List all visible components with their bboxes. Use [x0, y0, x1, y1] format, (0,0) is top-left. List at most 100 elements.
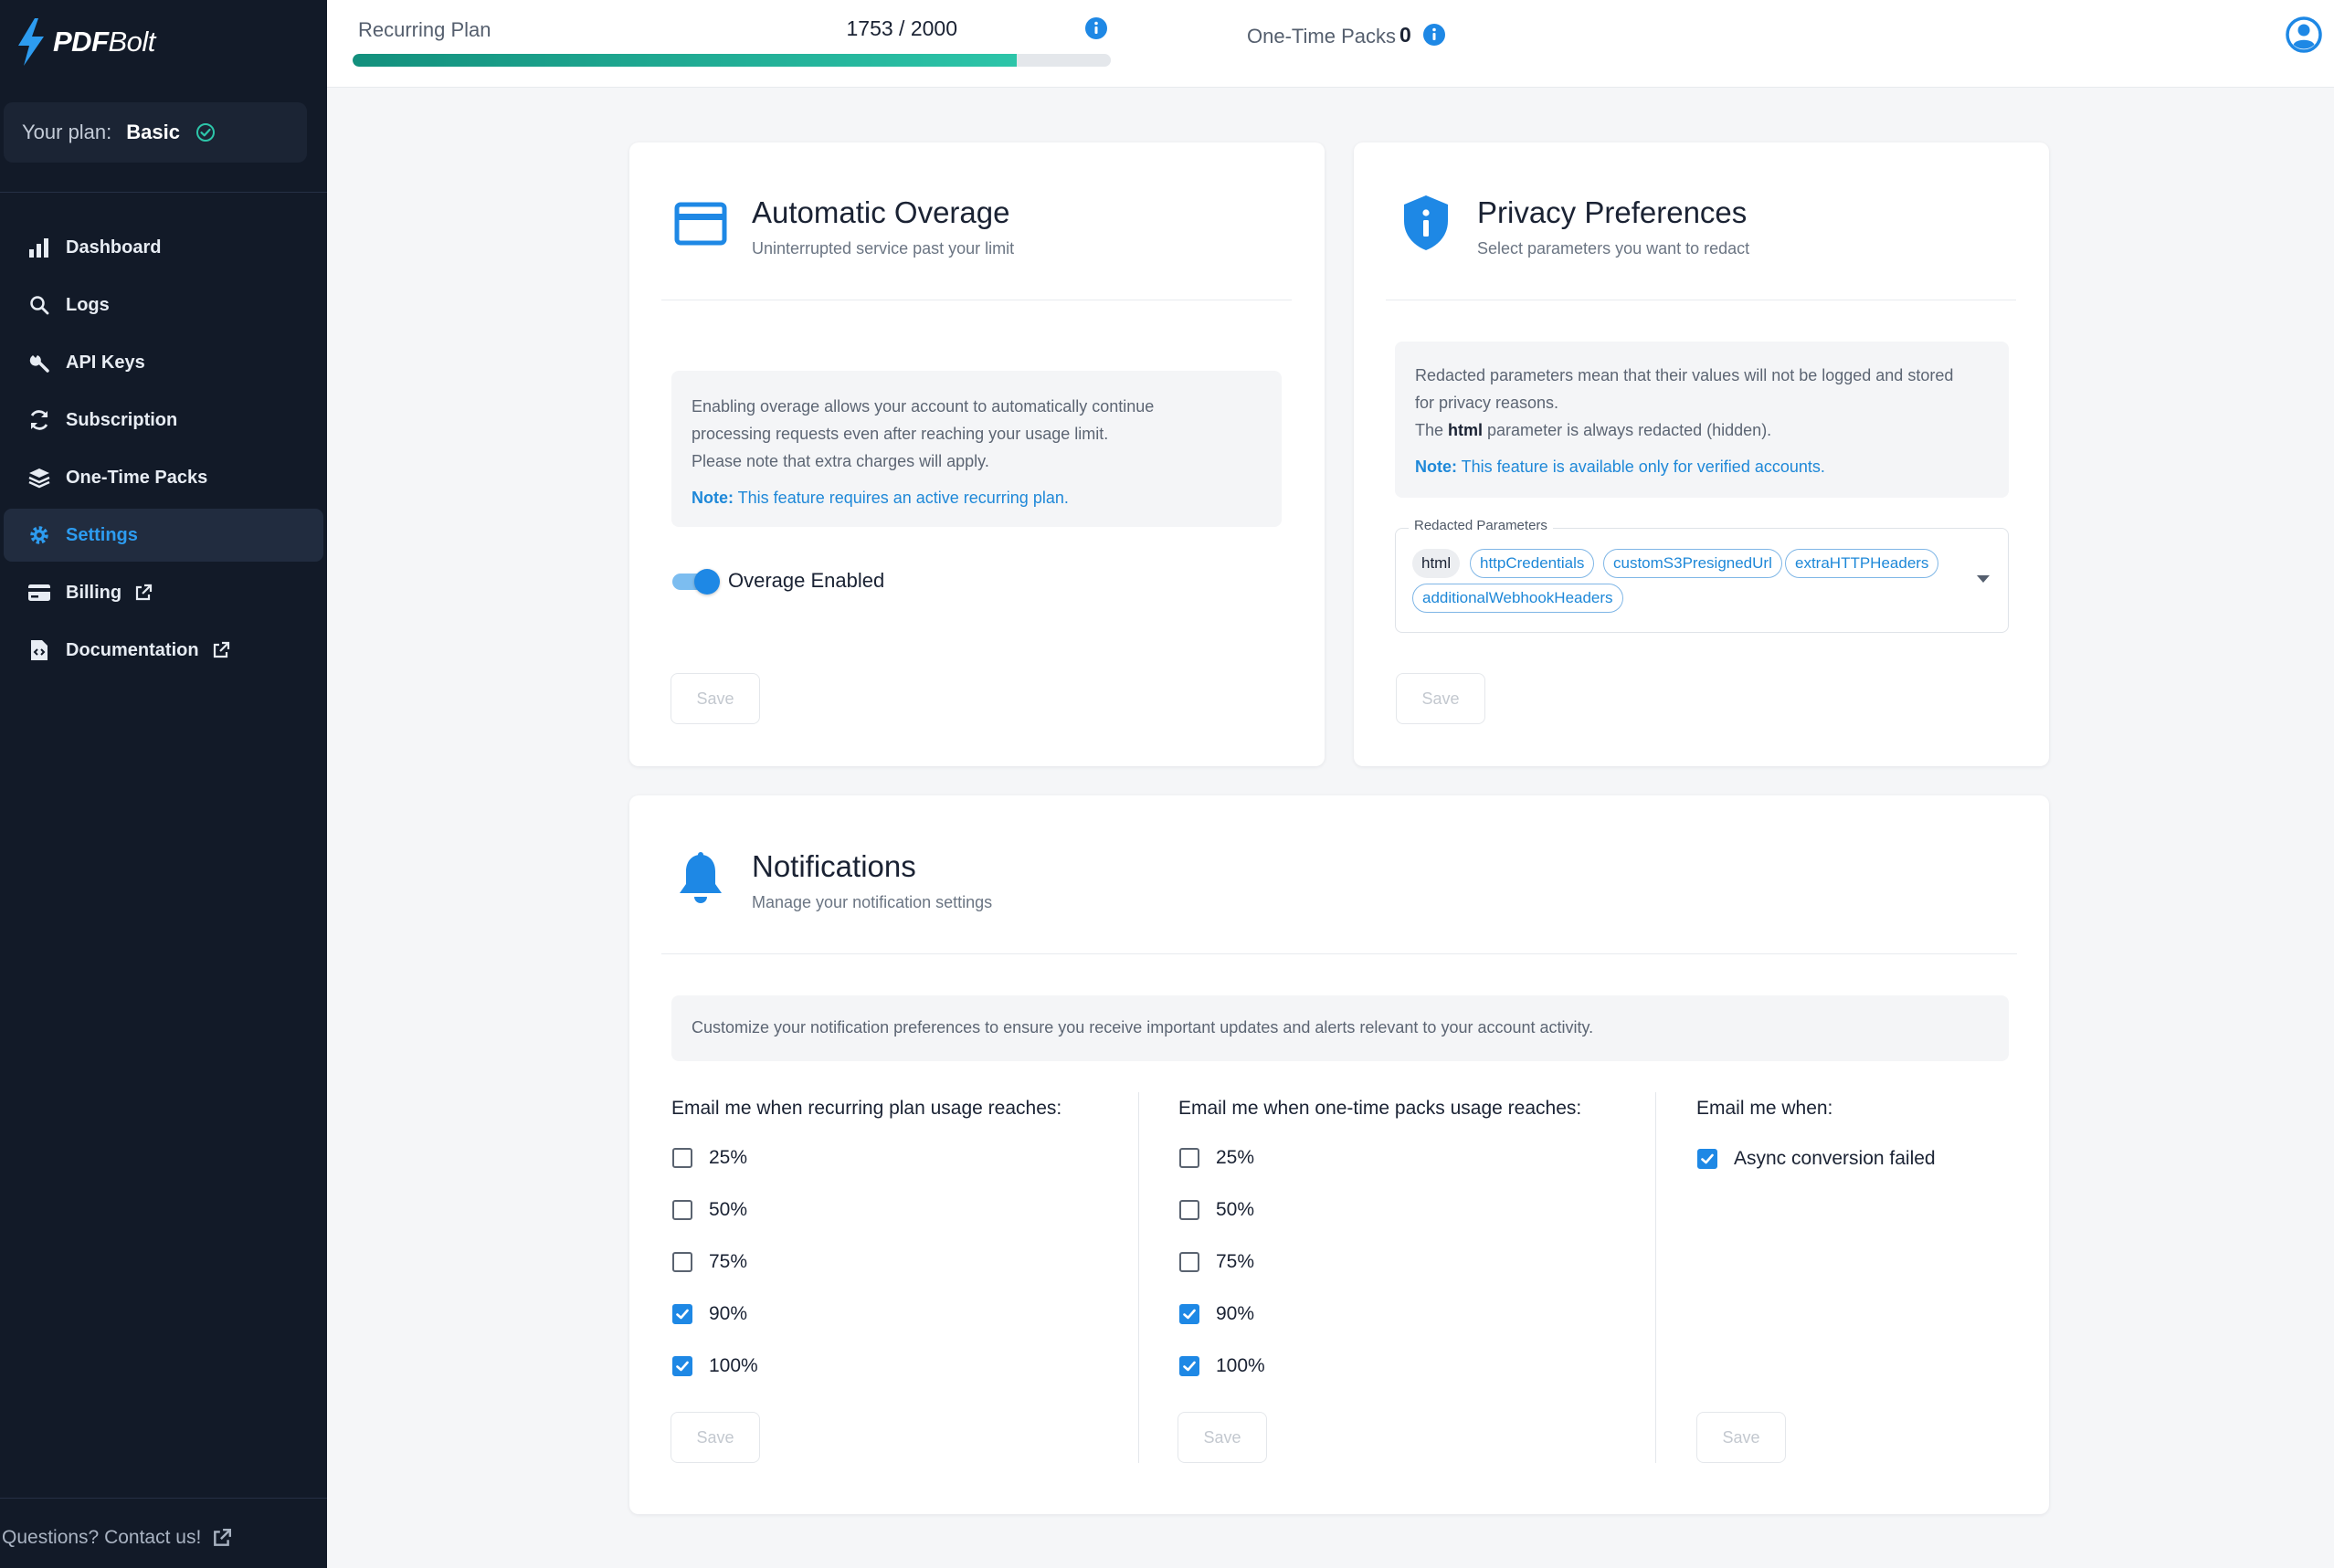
recurring-50-checkbox[interactable]: 50%	[672, 1199, 747, 1221]
redacted-parameters-select[interactable]	[1395, 528, 2009, 633]
sidebar-item-api-keys[interactable]: API Keys	[4, 336, 323, 389]
plan-indicator: Your plan: Basic	[4, 102, 307, 163]
redacted-parameters-label: Redacted Parameters	[1409, 518, 1553, 533]
info-icon[interactable]	[1422, 23, 1446, 51]
checkbox-icon	[672, 1148, 692, 1168]
sidebar-item-billing[interactable]: Billing	[4, 566, 323, 619]
overage-save-button[interactable]: Save	[671, 673, 760, 724]
overage-info-text: processing requests even after reaching …	[692, 425, 1109, 443]
onetime-90-checkbox[interactable]: 90%	[1179, 1303, 1254, 1325]
sidebar-item-label: Logs	[66, 294, 110, 315]
overage-info-box: Enabling overage allows your account to …	[671, 371, 1282, 527]
checkbox-checked-icon	[1697, 1149, 1717, 1169]
credit-card-icon	[674, 202, 727, 250]
sidebar-item-label: Billing	[66, 582, 122, 603]
overage-title: Automatic Overage	[752, 195, 1010, 229]
privacy-note: Note: This feature is available only for…	[1415, 458, 1825, 476]
external-link-icon	[212, 641, 230, 659]
notifications-info-box: Customize your notification preferences …	[671, 995, 2009, 1061]
sidebar-item-one-time-packs[interactable]: One-Time Packs	[4, 451, 323, 504]
privacy-save-button[interactable]: Save	[1396, 673, 1485, 724]
sidebar-item-label: Subscription	[66, 409, 178, 430]
notifications-title: Notifications	[752, 849, 916, 883]
redacted-chip-html: html	[1412, 549, 1461, 578]
sidebar-nav: Dashboard Logs API Keys Subscription One…	[0, 221, 327, 681]
recurring-25-checkbox[interactable]: 25%	[672, 1147, 747, 1169]
brand-logo[interactable]: PDFBolt	[13, 16, 155, 68]
sidebar-divider	[0, 1498, 327, 1499]
key-icon	[26, 349, 53, 376]
checkbox-icon	[672, 1252, 692, 1272]
redacted-chip-custom-s3-presigned-url[interactable]: customS3PresignedUrl	[1603, 549, 1782, 578]
card-divider	[661, 953, 2017, 954]
top-bar: Recurring Plan 1753 / 2000 One-Time Pack…	[327, 0, 2334, 88]
checkbox-icon	[1179, 1252, 1199, 1272]
sidebar-divider	[0, 192, 327, 193]
shield-info-icon	[1401, 194, 1451, 257]
one-time-packs-label: One-Time Packs	[1247, 25, 1397, 47]
notifications-info-text: Customize your notification preferences …	[692, 1018, 1594, 1037]
sidebar-item-documentation[interactable]: Documentation	[4, 624, 323, 677]
overage-toggle[interactable]	[672, 569, 720, 595]
info-icon[interactable]	[1084, 16, 1108, 45]
layers-icon	[26, 464, 53, 491]
check-circle-icon	[196, 123, 215, 142]
overage-note: Note: This feature requires an active re…	[692, 489, 1069, 507]
checkbox-checked-icon	[1179, 1304, 1199, 1324]
sidebar-item-settings[interactable]: Settings	[4, 509, 323, 562]
recurring-75-checkbox[interactable]: 75%	[672, 1251, 747, 1273]
external-link-icon	[214, 1528, 232, 1546]
contact-link[interactable]: Questions? Contact us!	[2, 1527, 232, 1549]
user-avatar-icon[interactable]	[2286, 16, 2322, 58]
overage-subtitle: Uninterrupted service past your limit	[752, 239, 1015, 258]
bar-chart-icon	[26, 234, 53, 261]
sidebar-item-logs[interactable]: Logs	[4, 279, 323, 331]
checkbox-icon	[1179, 1148, 1199, 1168]
chevron-down-icon[interactable]	[1977, 575, 1990, 583]
external-link-icon	[134, 584, 153, 602]
onetime-notifications-save-button[interactable]: Save	[1178, 1412, 1267, 1463]
events-notifications-save-button[interactable]: Save	[1696, 1412, 1786, 1463]
recurring-notifications-save-button[interactable]: Save	[671, 1412, 760, 1463]
checkbox-checked-icon	[1179, 1356, 1199, 1376]
sidebar-item-label: API Keys	[66, 352, 145, 373]
sidebar-item-dashboard[interactable]: Dashboard	[4, 221, 323, 274]
sidebar-item-label: Dashboard	[66, 237, 162, 258]
recurring-usage-heading: Email me when recurring plan usage reach…	[671, 1098, 1062, 1119]
privacy-subtitle: Select parameters you want to redact	[1477, 239, 1750, 258]
recurring-100-checkbox[interactable]: 100%	[672, 1355, 758, 1377]
column-divider	[1138, 1092, 1139, 1463]
refresh-icon	[26, 406, 53, 434]
sidebar: PDFBolt Your plan: Basic Dashboard Logs	[0, 0, 327, 1568]
checkbox-icon	[1179, 1200, 1199, 1220]
bell-icon	[677, 851, 724, 910]
sidebar-item-label: Documentation	[66, 639, 199, 660]
plan-label: Your plan:	[22, 121, 112, 143]
one-time-packs-value: 0	[1399, 23, 1411, 47]
redacted-chip-additional-webhook-headers[interactable]: additionalWebhookHeaders	[1412, 584, 1623, 613]
recurring-90-checkbox[interactable]: 90%	[672, 1303, 747, 1325]
search-icon	[26, 291, 53, 319]
sidebar-item-label: Settings	[66, 524, 138, 545]
redacted-chip-extra-http-headers[interactable]: extraHTTPHeaders	[1785, 549, 1939, 578]
checkbox-checked-icon	[672, 1304, 692, 1324]
privacy-title: Privacy Preferences	[1477, 195, 1748, 229]
privacy-info-box: Redacted parameters mean that their valu…	[1395, 342, 2009, 498]
document-code-icon	[26, 637, 53, 664]
overage-info-text: Please note that extra charges will appl…	[692, 452, 989, 470]
onetime-100-checkbox[interactable]: 100%	[1179, 1355, 1265, 1377]
privacy-info-text: for privacy reasons.	[1415, 394, 1559, 412]
events-heading: Email me when:	[1696, 1098, 1833, 1119]
plan-value: Basic	[126, 121, 180, 143]
recurring-plan-progress-fill	[353, 54, 1018, 67]
onetime-usage-heading: Email me when one-time packs usage reach…	[1178, 1098, 1582, 1119]
redacted-chip-http-credentials[interactable]: httpCredentials	[1470, 549, 1595, 578]
onetime-25-checkbox[interactable]: 25%	[1179, 1147, 1254, 1169]
onetime-75-checkbox[interactable]: 75%	[1179, 1251, 1254, 1273]
async-conversion-failed-checkbox[interactable]: Async conversion failed	[1697, 1148, 1936, 1170]
sidebar-item-subscription[interactable]: Subscription	[4, 394, 323, 447]
onetime-50-checkbox[interactable]: 50%	[1179, 1199, 1254, 1221]
privacy-info-text: Redacted parameters mean that their valu…	[1415, 366, 1954, 384]
brand-name: PDFBolt	[53, 26, 155, 58]
recurring-plan-label: Recurring Plan	[358, 18, 491, 41]
